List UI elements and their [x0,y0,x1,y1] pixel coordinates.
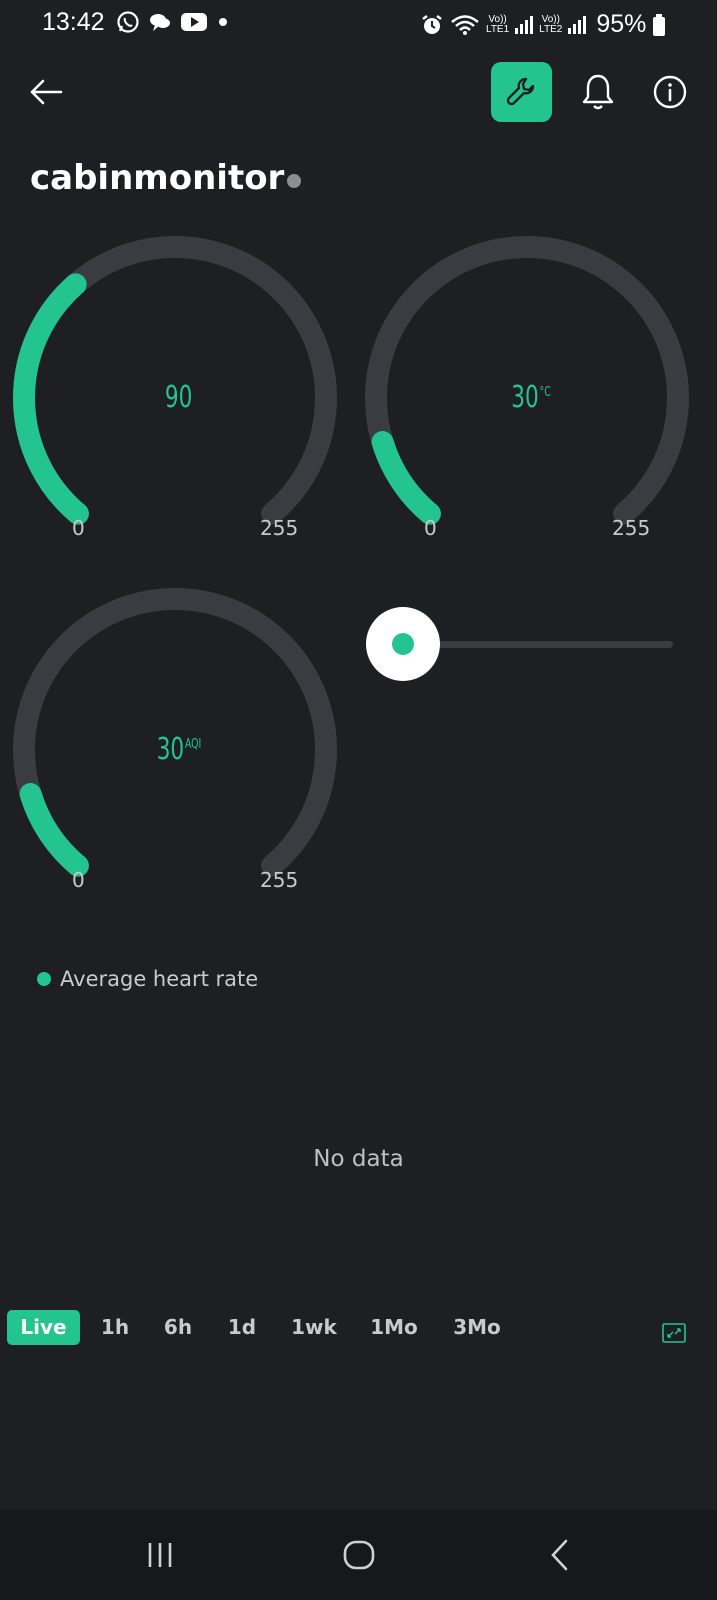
back-arrow-icon[interactable] [28,74,64,110]
gauge-2-min: 0 [424,516,437,540]
sim2-label: Vo)) LTE2 [539,13,563,35]
legend-dot [37,972,51,986]
range-1wk[interactable]: 1wk [278,1310,350,1345]
device-status-dot [287,174,301,188]
range-6h[interactable]: 6h [150,1310,206,1345]
recents-icon[interactable] [145,1540,175,1570]
whatsapp-icon [117,11,139,33]
notification-icons [116,10,230,34]
gauge-2: 30°C 0 255 [364,236,699,556]
gauge-1: 90 0 255 [12,236,347,556]
settings-button[interactable] [491,62,552,122]
status-time: 13:42 [42,8,105,36]
slider-track[interactable] [410,641,673,648]
home-icon[interactable] [342,1538,376,1572]
range-1h[interactable]: 1h [80,1310,150,1345]
bell-icon[interactable] [580,72,616,112]
info-icon[interactable] [652,74,688,110]
device-title: cabinmonitor [30,158,285,198]
gauge-2-value: 30°C [511,380,551,415]
chart-legend: Average heart rate [37,967,258,991]
gauge-3-value: 30AQI [156,732,202,767]
range-1d[interactable]: 1d [206,1310,278,1345]
gauge-3-min: 0 [72,868,85,892]
alarm-icon [422,14,442,34]
slider-handle-dot [392,633,414,655]
gauge-3-max: 255 [260,868,299,892]
sim1-label: Vo)) LTE1 [486,13,510,35]
range-live[interactable]: Live [7,1310,80,1345]
gauge-3: 30AQI 0 255 [12,588,347,908]
chat-icon [150,14,170,31]
range-1mo[interactable]: 1Mo [350,1310,438,1345]
battery-percent: 95% [596,10,647,38]
gauge-1-max: 255 [260,516,299,540]
battery-icon [653,13,666,36]
signal-icon [515,15,534,34]
system-icons: Vo)) LTE1 Vo)) LTE2 95% [420,10,666,39]
wrench-icon [506,77,534,106]
dot-icon [219,18,227,26]
gauge-1-value: 90 [164,380,193,415]
gauge-1-min: 0 [72,516,85,540]
expand-icon[interactable] [662,1323,686,1343]
youtube-icon [181,13,207,31]
signal-icon [568,15,587,34]
range-3mo[interactable]: 3Mo [438,1310,516,1345]
legend-label: Average heart rate [60,967,259,991]
slider-handle[interactable] [366,607,440,681]
chart-empty-text: No data [313,1146,404,1172]
wifi-icon [451,14,479,35]
time-range-selector: Live 1h 6h 1d 1wk 1Mo 3Mo [7,1310,516,1345]
gauge-2-max: 255 [612,516,651,540]
nav-back-icon[interactable] [548,1538,570,1572]
